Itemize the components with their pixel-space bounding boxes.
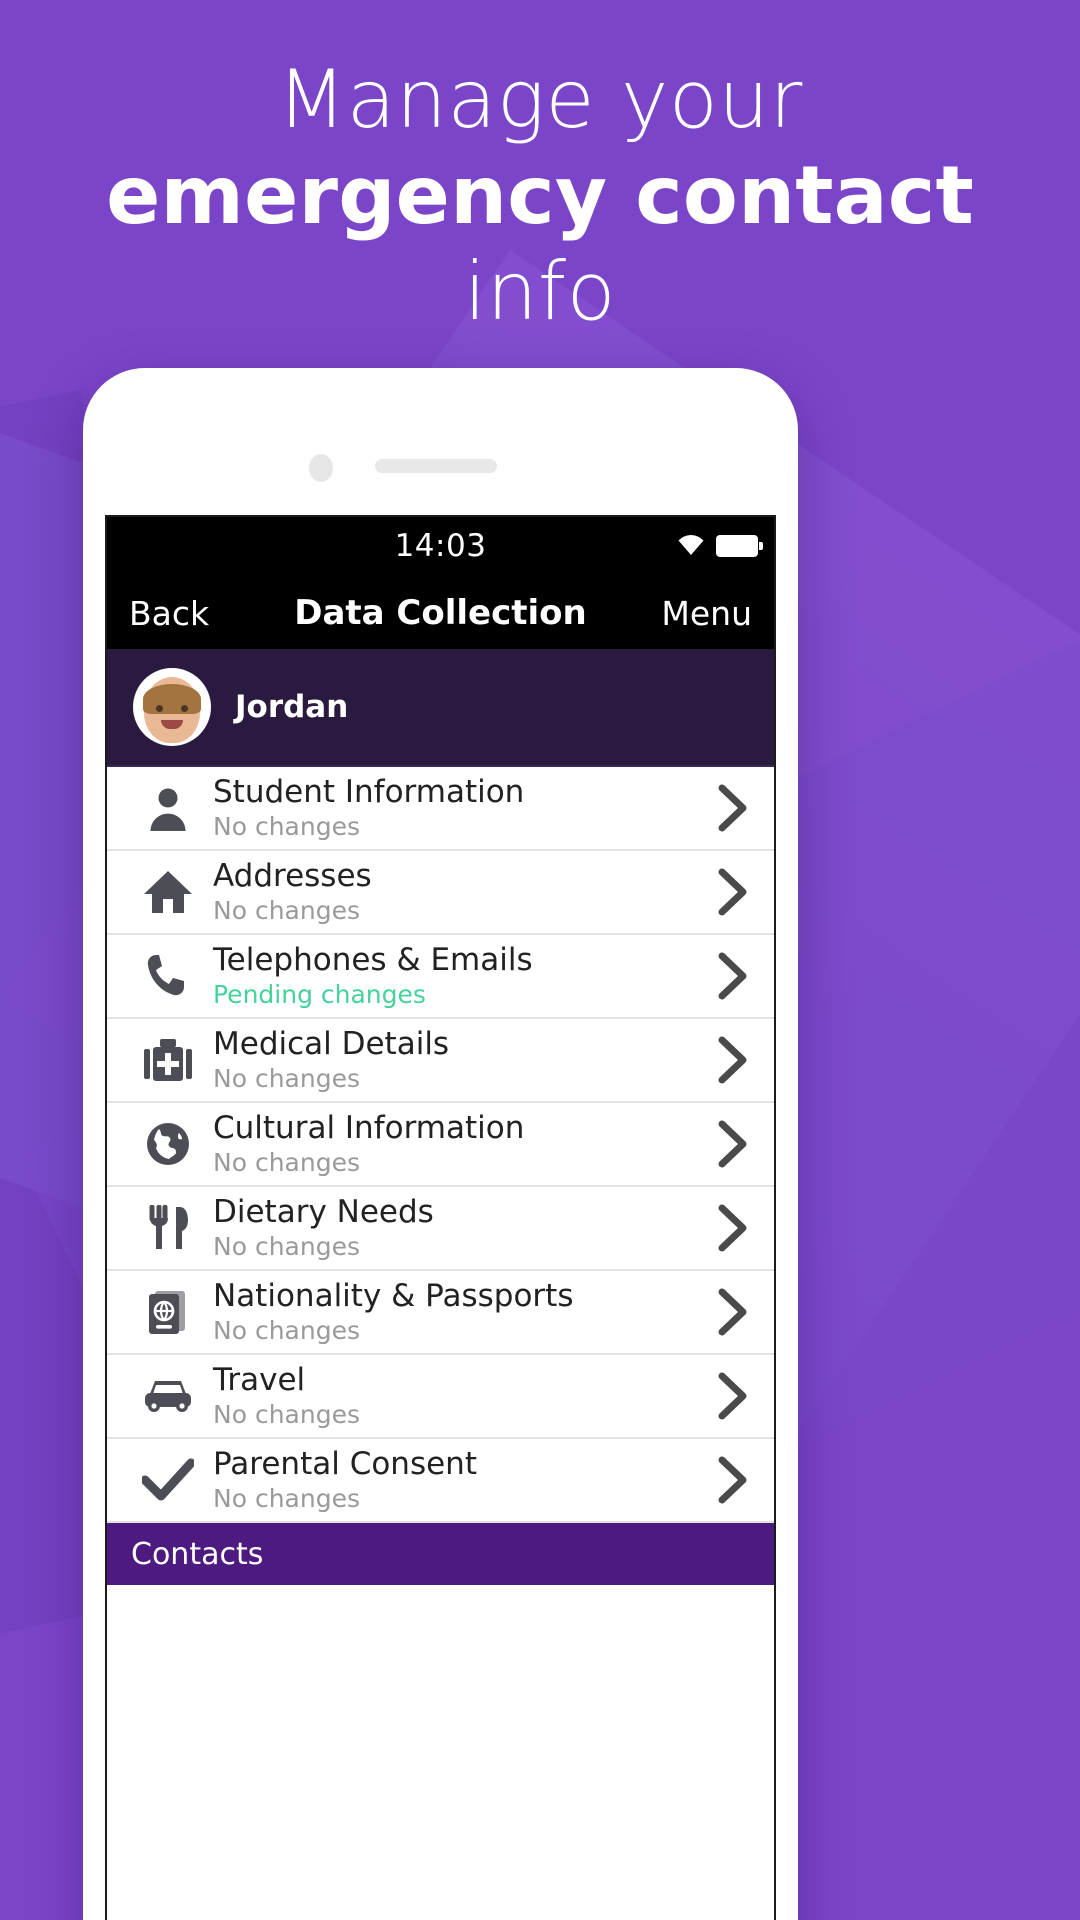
list-item-text: Parental Consent No changes — [205, 1446, 706, 1514]
list-item[interactable]: Medical Details No changes — [107, 1019, 774, 1103]
phone-icon — [131, 953, 205, 999]
home-icon — [131, 869, 205, 915]
list-item-status: No changes — [213, 1148, 360, 1177]
list-item[interactable]: Travel No changes — [107, 1355, 774, 1439]
status-bar-indicators — [677, 535, 763, 557]
list-item-status: No changes — [213, 812, 360, 841]
chevron-right-icon[interactable] — [706, 1456, 760, 1504]
chevron-right-icon[interactable] — [706, 952, 760, 1000]
cutlery-icon — [131, 1205, 205, 1251]
headline-line-3: info — [463, 245, 617, 338]
list-item-status: No changes — [213, 1400, 360, 1429]
medical-kit-icon — [131, 1037, 205, 1083]
phone-screen: 14:03 Back Data Collection Menu Jordan S… — [105, 515, 776, 1920]
status-bar-clock: 14:03 — [394, 528, 487, 564]
list-item-text: Nationality & Passports No changes — [205, 1278, 706, 1346]
contacts-section-header[interactable]: Contacts — [107, 1523, 774, 1585]
chevron-right-icon[interactable] — [706, 1204, 760, 1252]
list-item[interactable]: Addresses No changes — [107, 851, 774, 935]
list-item[interactable]: Cultural Information No changes — [107, 1103, 774, 1187]
list-item-title: Travel — [213, 1362, 306, 1398]
list-item-title: Nationality & Passports — [213, 1278, 574, 1314]
chevron-right-icon[interactable] — [706, 868, 760, 916]
camera-dot-icon — [309, 454, 333, 482]
passport-icon — [131, 1289, 205, 1335]
list-item-text: Cultural Information No changes — [205, 1110, 706, 1178]
list-item[interactable]: Parental Consent No changes — [107, 1439, 774, 1523]
list-item[interactable]: Nationality & Passports No changes — [107, 1271, 774, 1355]
person-icon — [131, 785, 205, 831]
list-item-title: Telephones & Emails — [213, 942, 533, 978]
nav-bar: Back Data Collection Menu — [107, 577, 774, 649]
list-item-title: Parental Consent — [213, 1446, 477, 1482]
list-item-title: Addresses — [213, 858, 372, 894]
back-button[interactable]: Back — [129, 594, 209, 633]
globe-icon — [131, 1121, 205, 1167]
list-item-status: Pending changes — [213, 980, 426, 1009]
list-item-text: Addresses No changes — [205, 858, 706, 926]
status-bar: 14:03 — [107, 517, 774, 577]
chevron-right-icon[interactable] — [706, 1036, 760, 1084]
list-item-title: Student Information — [213, 774, 525, 810]
chevron-right-icon[interactable] — [706, 1372, 760, 1420]
list-item-text: Dietary Needs No changes — [205, 1194, 706, 1262]
chevron-right-icon[interactable] — [706, 1120, 760, 1168]
car-icon — [131, 1376, 205, 1416]
list-item-status: No changes — [213, 1232, 360, 1261]
list-item[interactable]: Telephones & Emails Pending changes — [107, 935, 774, 1019]
list-item-text: Travel No changes — [205, 1362, 706, 1430]
profile-header[interactable]: Jordan — [107, 649, 774, 767]
list-item-status: No changes — [213, 1316, 360, 1345]
wifi-icon — [678, 535, 704, 555]
data-collection-list: Student Information No changes Addresses No… — [107, 767, 774, 1523]
menu-button[interactable]: Menu — [661, 594, 752, 633]
list-item-title: Cultural Information — [213, 1110, 525, 1146]
profile-name: Jordan — [235, 689, 349, 725]
list-item[interactable]: Dietary Needs No changes — [107, 1187, 774, 1271]
list-item-title: Dietary Needs — [213, 1194, 434, 1230]
list-item-status: No changes — [213, 1484, 360, 1513]
list-item-text: Medical Details No changes — [205, 1026, 706, 1094]
list-item-text: Student Information No changes — [205, 774, 706, 842]
phone-mockup: 14:03 Back Data Collection Menu Jordan S… — [83, 368, 798, 1920]
contacts-label: Contacts — [131, 1536, 264, 1572]
list-item-title: Medical Details — [213, 1026, 450, 1062]
avatar-eye-left — [155, 704, 163, 712]
list-item-status: No changes — [213, 896, 360, 925]
headline-line-2: emergency contact — [106, 149, 974, 242]
speaker-slot-icon — [375, 459, 497, 473]
headline-line-1: Manage your — [277, 53, 803, 146]
list-item-status: No changes — [213, 1064, 360, 1093]
promo-screenshot: Manage your emergency contact info 14:03… — [0, 0, 1080, 1920]
check-icon — [131, 1458, 205, 1502]
promo-headline: Manage your emergency contact info — [0, 52, 1080, 340]
list-item-text: Telephones & Emails Pending changes — [205, 942, 706, 1010]
list-item[interactable]: Student Information No changes — [107, 767, 774, 851]
avatar — [133, 668, 211, 746]
battery-full-icon — [716, 535, 763, 557]
chevron-right-icon[interactable] — [706, 784, 760, 832]
avatar-hair — [143, 683, 201, 714]
chevron-right-icon[interactable] — [706, 1288, 760, 1336]
